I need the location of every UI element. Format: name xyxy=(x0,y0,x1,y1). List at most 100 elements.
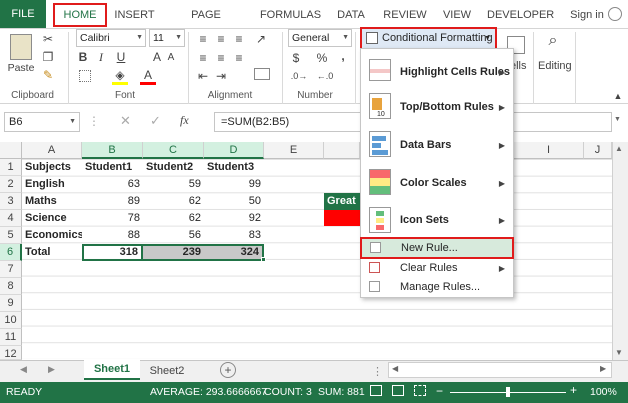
font-size-dropdown[interactable]: 11 ▼ xyxy=(149,29,185,47)
align-center-icon[interactable]: ≡ xyxy=(214,50,228,66)
cell-d6[interactable]: 324 xyxy=(204,244,264,261)
cell-b6-active[interactable]: 318 xyxy=(82,244,143,261)
paste-button-label[interactable]: Paste xyxy=(6,62,36,74)
page-layout-view-icon[interactable] xyxy=(392,385,404,396)
zoom-out-icon[interactable]: − xyxy=(436,384,443,398)
fill-handle[interactable] xyxy=(261,257,266,262)
cancel-icon[interactable]: ✕ xyxy=(120,113,131,129)
zoom-slider-thumb[interactable] xyxy=(506,387,510,397)
cell-d1[interactable]: Student3 xyxy=(204,159,264,176)
cell-b4[interactable]: 78 xyxy=(82,210,143,227)
cell-a3[interactable]: Maths xyxy=(22,193,82,210)
cell-c5[interactable]: 56 xyxy=(143,227,204,244)
tab-data[interactable]: DATA xyxy=(333,5,369,25)
cell-a1[interactable]: Subjects xyxy=(22,159,82,176)
cell-c3[interactable]: 62 xyxy=(143,193,204,210)
comma-icon[interactable]: , xyxy=(338,48,348,64)
cell-d3[interactable]: 50 xyxy=(204,193,264,210)
paste-icon[interactable] xyxy=(10,34,32,60)
page-break-view-icon[interactable] xyxy=(414,385,426,396)
tab-formulas[interactable]: FORMULAS xyxy=(258,5,323,25)
cell-a2[interactable]: English xyxy=(22,176,82,193)
format-painter-icon[interactable]: ✎ xyxy=(41,67,55,83)
align-left-icon[interactable]: ≡ xyxy=(196,50,210,66)
row-header-6[interactable]: 6 xyxy=(0,244,22,261)
cell-a4[interactable]: Science xyxy=(22,210,82,227)
zoom-level[interactable]: 100% xyxy=(590,386,617,398)
row-header-7[interactable]: 7 xyxy=(0,261,22,278)
tab-review[interactable]: REVIEW xyxy=(382,5,428,25)
fill-color-icon[interactable]: ◈ xyxy=(112,67,128,83)
currency-icon[interactable]: $ xyxy=(290,50,302,66)
column-header-a[interactable]: A xyxy=(22,142,82,159)
borders-icon[interactable] xyxy=(79,70,91,82)
sheet-tab-sheet2[interactable]: Sheet2 xyxy=(142,362,192,380)
merge-center-icon[interactable] xyxy=(254,68,270,80)
great-label-cell[interactable]: Great xyxy=(324,193,360,210)
insert-function-icon[interactable]: fx xyxy=(180,113,189,128)
align-right-icon[interactable]: ≡ xyxy=(232,50,246,66)
scroll-left-icon[interactable]: ◀ xyxy=(392,364,398,373)
row-header-11[interactable]: 11 xyxy=(0,329,22,346)
cell-a6[interactable]: Total xyxy=(22,244,82,261)
row-header-1[interactable]: 1 xyxy=(0,159,22,176)
collapse-ribbon-icon[interactable]: ▲ xyxy=(612,88,624,104)
binoculars-icon[interactable]: ⌕ xyxy=(543,33,563,49)
cell-c6[interactable]: 239 xyxy=(143,244,204,261)
number-format-dropdown[interactable]: General ▼ xyxy=(288,29,352,47)
cell-c2[interactable]: 59 xyxy=(143,176,204,193)
add-sheet-button[interactable]: + xyxy=(220,362,236,378)
tab-developer[interactable]: DEVELOPER xyxy=(487,5,554,25)
top-align-icon[interactable]: ≡ xyxy=(196,31,210,47)
cell-b1[interactable]: Student1 xyxy=(82,159,143,176)
font-color-icon[interactable]: A xyxy=(140,67,156,83)
scroll-right-icon[interactable]: ▶ xyxy=(600,364,606,373)
tab-split-icon[interactable]: ⋮ xyxy=(372,365,383,378)
column-header-i[interactable]: I xyxy=(514,142,584,159)
vertical-scrollbar[interactable] xyxy=(612,142,628,360)
row-header-3[interactable]: 3 xyxy=(0,193,22,210)
menu-item-new-rule[interactable]: New Rule... xyxy=(360,237,514,259)
row-header-8[interactable]: 8 xyxy=(0,278,22,295)
tab-home[interactable]: HOME xyxy=(53,3,107,27)
cell-d4[interactable]: 92 xyxy=(204,210,264,227)
row-header-4[interactable]: 4 xyxy=(0,210,22,227)
row-header-9[interactable]: 9 xyxy=(0,295,22,312)
chevron-down-icon[interactable]: ▼ xyxy=(614,116,621,123)
cell-b3[interactable]: 89 xyxy=(82,193,143,210)
sign-in-link[interactable]: Sign in xyxy=(567,5,607,25)
copy-icon[interactable]: ❐ xyxy=(41,49,55,65)
red-fill-cell[interactable] xyxy=(324,210,360,226)
cell-a5[interactable]: Economics xyxy=(22,227,82,244)
editing-group-label[interactable]: Editing xyxy=(538,60,572,72)
menu-item-manage-rules[interactable]: Manage Rules... xyxy=(361,278,513,296)
scroll-sheets-right-icon[interactable]: ▶ xyxy=(48,364,55,375)
tab-insert[interactable]: INSERT xyxy=(112,5,157,25)
menu-item-highlight-cells-rules[interactable]: Highlight Cells Rules ▶ xyxy=(361,55,513,89)
bold-icon[interactable]: B xyxy=(76,49,90,65)
increase-decimal-icon[interactable]: .0→ xyxy=(290,68,308,84)
cell-b5[interactable]: 88 xyxy=(82,227,143,244)
grow-font-icon[interactable]: A xyxy=(150,49,164,65)
tab-page-layout[interactable]: PAGE LAYOUT xyxy=(170,5,242,41)
underline-icon[interactable]: U xyxy=(114,49,128,65)
menu-item-color-scales[interactable]: Color Scales ▶ xyxy=(361,165,513,201)
decrease-indent-icon[interactable]: ⇤ xyxy=(196,68,210,84)
tab-file[interactable]: FILE xyxy=(0,0,46,28)
middle-align-icon[interactable]: ≡ xyxy=(214,31,228,47)
row-header-10[interactable]: 10 xyxy=(0,312,22,329)
enter-icon[interactable]: ✓ xyxy=(150,113,161,129)
scroll-down-icon[interactable]: ▼ xyxy=(615,348,623,357)
font-name-dropdown[interactable]: Calibri ▼ xyxy=(76,29,146,47)
menu-item-clear-rules[interactable]: Clear Rules ▶ xyxy=(361,259,513,277)
column-header-j[interactable]: J xyxy=(584,142,612,159)
orientation-icon[interactable]: ↗ xyxy=(254,31,268,47)
column-header-c[interactable]: C xyxy=(143,142,204,159)
bottom-align-icon[interactable]: ≡ xyxy=(232,31,246,47)
menu-item-data-bars[interactable]: Data Bars ▶ xyxy=(361,127,513,163)
column-header-b[interactable]: B xyxy=(82,142,143,159)
select-all-corner[interactable] xyxy=(0,142,22,159)
account-icon[interactable] xyxy=(608,7,622,21)
name-box[interactable]: B6 ▼ xyxy=(4,112,80,132)
conditional-formatting-button[interactable]: Conditional Formatting ▼ xyxy=(360,27,497,50)
